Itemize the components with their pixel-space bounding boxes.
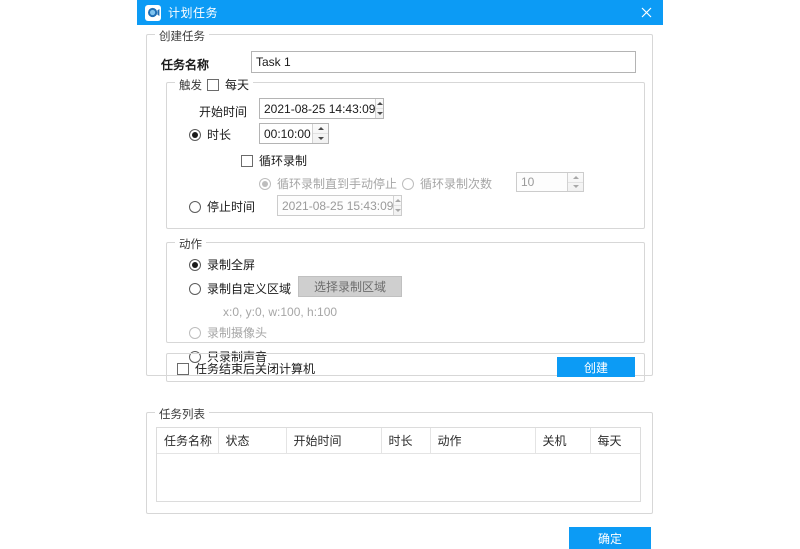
loop-count-radio[interactable]: 循环录制次数 [402, 175, 492, 192]
start-time-spin-buttons[interactable] [375, 99, 383, 118]
start-time-label: 开始时间 [199, 105, 248, 119]
task-list-body [157, 454, 640, 502]
column-header-action[interactable]: 动作 [430, 428, 536, 454]
column-header-status[interactable]: 状态 [218, 428, 287, 454]
loop-count-radio-label: 循环录制次数 [420, 177, 493, 191]
select-record-area-button[interactable]: 选择录制区域 [298, 276, 402, 297]
trigger-group-title: 触发 每天 [175, 76, 254, 93]
window-title: 计划任务 [168, 6, 219, 20]
loop-until-stop-radio-label: 循环录制直到手动停止 [277, 177, 398, 191]
loop-record-checkbox-label: 循环录制 [259, 154, 308, 168]
trigger-group: 触发 每天 开始时间 2021-08-25 14:43:09 时长 00:10:… [166, 76, 645, 229]
stop-time-spinbox[interactable]: 2021-08-25 15:43:09 [277, 195, 402, 216]
duration-spin-down[interactable] [313, 134, 328, 143]
loop-count-radio-dot [402, 177, 414, 190]
create-task-group-title: 创建任务 [155, 28, 209, 44]
daily-checkbox-label: 每天 [225, 78, 250, 92]
loop-until-stop-radio-dot [259, 177, 271, 190]
stop-time-spin-buttons[interactable] [393, 196, 401, 215]
shutdown-after-task-checkbox-label: 任务结束后关闭计算机 [195, 362, 316, 376]
duration-spin-buttons[interactable] [312, 124, 328, 143]
task-name-input[interactable] [251, 51, 636, 73]
stop-time-spin-down[interactable] [394, 206, 401, 215]
task-list-group-title: 任务列表 [155, 406, 209, 422]
shutdown-after-task-checkbox[interactable]: 任务结束后关闭计算机 [177, 360, 315, 377]
loop-until-stop-radio[interactable]: 循环录制直到手动停止 [259, 175, 397, 192]
stop-time-value: 2021-08-25 15:43:09 [282, 198, 394, 213]
record-fullscreen-radio[interactable]: 录制全屏 [189, 256, 255, 273]
duration-radio-label: 时长 [207, 128, 232, 142]
scheduled-task-dialog: 计划任务 创建任务 任务名称 触发 每天 [137, 0, 663, 549]
dialog-body: 创建任务 任务名称 触发 每天 开始时间 2021-08-25 14:43:09 [137, 25, 663, 549]
ok-button[interactable]: 确定 [569, 527, 651, 549]
record-custom-area-radio-dot [189, 282, 201, 295]
start-time-spinbox[interactable]: 2021-08-25 14:43:09 [259, 98, 384, 119]
record-area-info: x:0, y:0, w:100, h:100 [223, 305, 338, 319]
duration-spinbox[interactable]: 00:10:00 [259, 123, 329, 144]
column-header-task-name[interactable]: 任务名称 [157, 428, 219, 454]
task-list-group: 任务列表 任务名称 状态 开始时间 时长 动作 关机 每天 [146, 406, 653, 514]
loop-count-spinbox[interactable]: 10 [516, 172, 584, 192]
daily-checkbox-box [207, 78, 219, 91]
column-header-duration[interactable]: 时长 [381, 428, 431, 454]
table-empty-cell [157, 454, 640, 502]
record-custom-area-radio[interactable]: 录制自定义区域 [189, 280, 291, 297]
record-webcam-radio-dot [189, 326, 201, 339]
schedule-task-icon [145, 4, 161, 21]
daily-checkbox[interactable]: 每天 [207, 76, 249, 93]
create-task-button[interactable]: 创建 [557, 357, 635, 377]
shutdown-after-task-checkbox-box [177, 362, 189, 375]
loop-record-checkbox-box [241, 154, 253, 167]
task-list-table: 任务名称 状态 开始时间 时长 动作 关机 每天 [157, 428, 640, 502]
loop-count-spin-down[interactable] [568, 183, 583, 192]
record-webcam-radio[interactable]: 录制摄像头 [189, 324, 267, 341]
start-time-spin-up[interactable] [376, 99, 383, 109]
action-group: 动作 录制全屏 录制自定义区域 选择录制区域 x:0, y:0, w:100, … [166, 236, 645, 364]
create-task-group: 创建任务 任务名称 触发 每天 开始时间 2021-08-25 14:43:09 [146, 28, 653, 382]
loop-count-spin-buttons[interactable] [567, 173, 583, 191]
start-time-spin-down[interactable] [376, 109, 383, 118]
bottom-options-row: 任务结束后关闭计算机 创建 [166, 353, 645, 382]
column-header-start-time[interactable]: 开始时间 [286, 428, 382, 454]
task-name-label: 任务名称 [161, 58, 210, 72]
table-header-row: 任务名称 状态 开始时间 时长 动作 关机 每天 [157, 428, 640, 454]
table-empty-row [157, 454, 640, 502]
loop-record-checkbox[interactable]: 循环录制 [241, 152, 307, 169]
close-icon[interactable] [629, 0, 663, 25]
record-fullscreen-radio-dot [189, 258, 201, 271]
duration-value: 00:10:00 [264, 126, 311, 141]
duration-spin-up[interactable] [313, 124, 328, 134]
duration-radio-dot [189, 128, 201, 141]
stop-time-spin-up[interactable] [394, 196, 401, 206]
start-time-value: 2021-08-25 14:43:09 [264, 101, 376, 116]
loop-count-spin-up[interactable] [568, 173, 583, 183]
title-bar: 计划任务 [137, 0, 663, 25]
column-header-shutdown[interactable]: 关机 [535, 428, 591, 454]
column-header-daily[interactable]: 每天 [590, 428, 640, 454]
stop-time-radio-label: 停止时间 [207, 200, 256, 214]
stop-time-radio[interactable]: 停止时间 [189, 198, 255, 215]
record-fullscreen-radio-label: 录制全屏 [207, 258, 256, 272]
stop-time-radio-dot [189, 200, 201, 213]
task-list-table-wrapper[interactable]: 任务名称 状态 开始时间 时长 动作 关机 每天 [156, 427, 641, 502]
loop-count-value: 10 [521, 175, 535, 189]
record-custom-area-radio-label: 录制自定义区域 [207, 282, 292, 296]
record-webcam-radio-label: 录制摄像头 [207, 326, 268, 340]
duration-radio[interactable]: 时长 [189, 126, 231, 143]
action-group-title: 动作 [175, 236, 206, 252]
trigger-group-label: 触发 [179, 79, 202, 92]
